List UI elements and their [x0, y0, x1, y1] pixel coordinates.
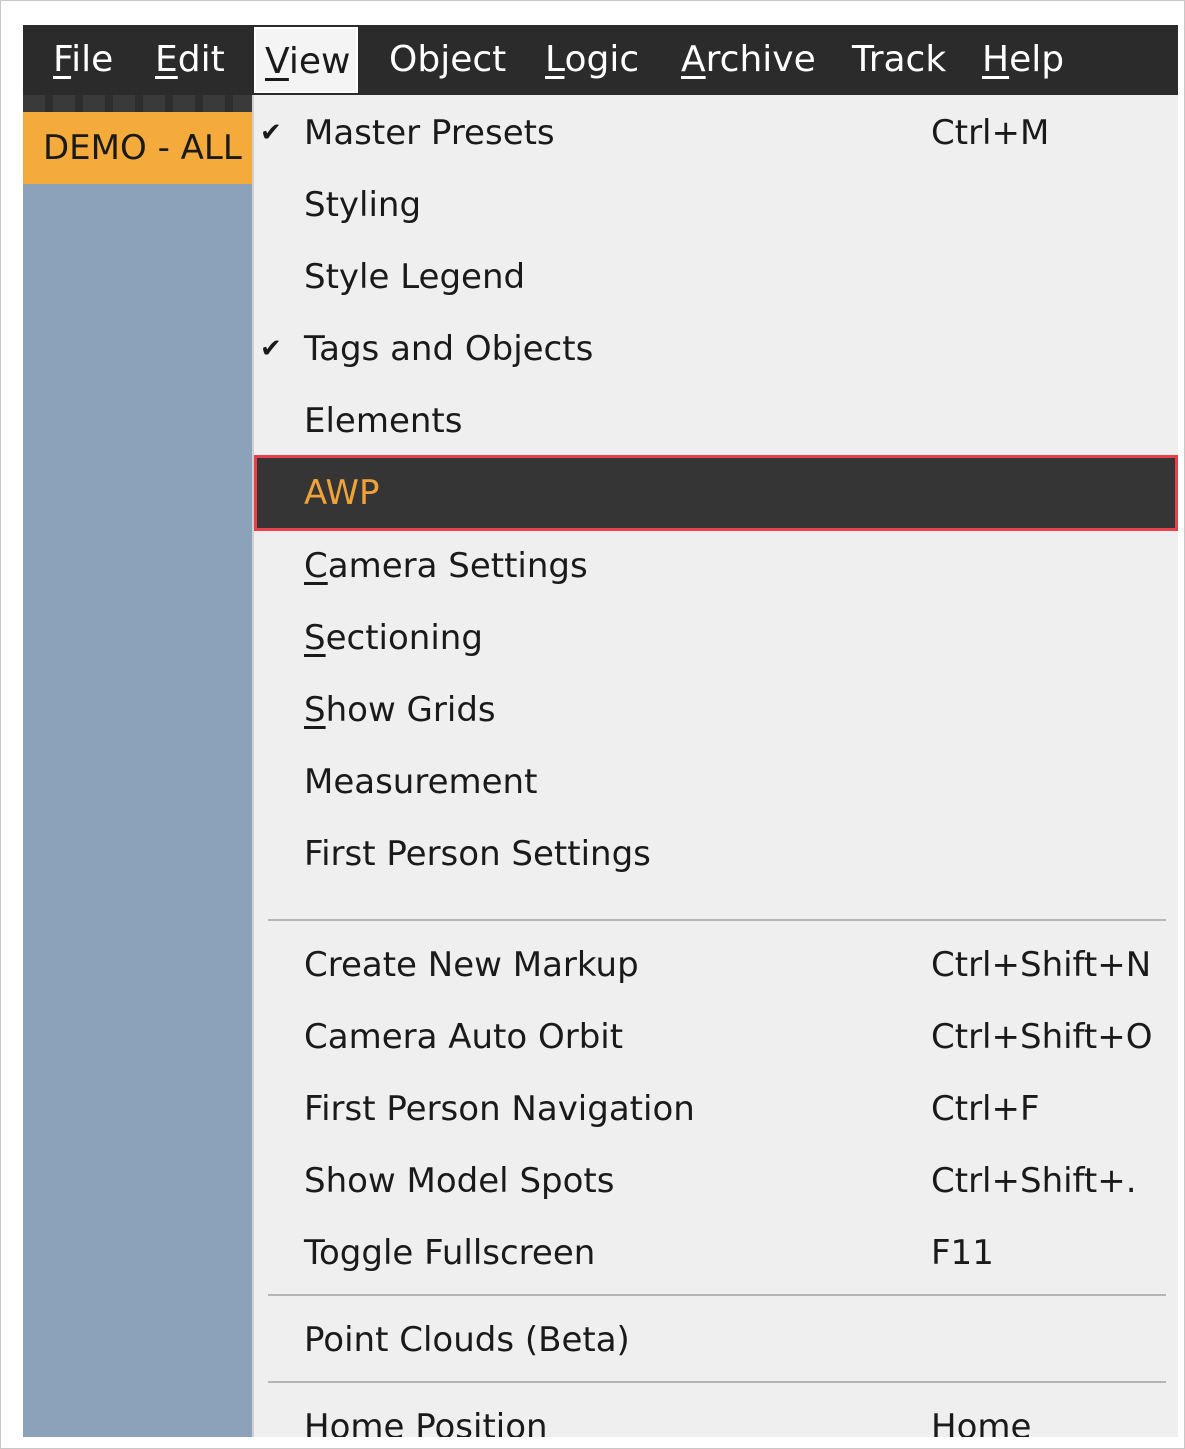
- menu-item-label: First Person Settings: [304, 834, 651, 874]
- menu-file[interactable]: File: [53, 25, 113, 95]
- menu-edit[interactable]: Edit: [155, 25, 225, 95]
- menu-view-rest: iew: [288, 41, 351, 82]
- menu-item-first-person-settings[interactable]: First Person Settings: [254, 818, 1178, 890]
- menu-logic-mnemonic: L: [545, 39, 565, 80]
- menu-item-shortcut: Home: [931, 1407, 1032, 1437]
- menu-archive-rest: rchive: [705, 39, 816, 80]
- menu-item-awp[interactable]: AWP: [254, 455, 1178, 531]
- menu-bar: File Edit View Object Logic Archive Trac…: [23, 25, 1178, 95]
- menu-item-sectioning[interactable]: Sectioning: [254, 602, 1178, 674]
- menu-item-label: Measurement: [304, 762, 538, 802]
- menu-item-label: Styling: [304, 185, 422, 225]
- menu-help-rest: elp: [1009, 39, 1065, 80]
- menu-item-measurement[interactable]: Measurement: [254, 746, 1178, 818]
- menu-item-label: Master Presets: [304, 113, 555, 153]
- menu-item-first-person-navigation[interactable]: First Person Navigation Ctrl+F: [254, 1073, 1178, 1145]
- application-window: File Edit View Object Logic Archive Trac…: [23, 25, 1178, 1437]
- menu-separator: [268, 1294, 1166, 1296]
- menu-item-label: Toggle Fullscreen: [304, 1233, 596, 1273]
- menu-item-label: Show Grids: [304, 690, 496, 730]
- menu-item-show-model-spots[interactable]: Show Model Spots Ctrl+Shift+.: [254, 1145, 1178, 1217]
- menu-view-mnemonic: V: [265, 41, 289, 82]
- menu-item-toggle-fullscreen[interactable]: Toggle Fullscreen F11: [254, 1217, 1178, 1289]
- menu-item-label: Sectioning: [304, 618, 483, 658]
- menu-item-label: Create New Markup: [304, 945, 639, 985]
- check-icon: ✔: [260, 118, 282, 148]
- menu-item-label: Tags and Objects: [304, 329, 594, 369]
- menu-help-mnemonic: H: [982, 39, 1010, 80]
- menu-item-label: Elements: [304, 401, 463, 441]
- view-menu-dropdown: ✔ Master Presets Ctrl+M Styling Style Le…: [252, 95, 1178, 1437]
- menu-view[interactable]: View: [254, 27, 358, 93]
- menu-item-camera-settings[interactable]: Camera Settings: [254, 530, 1178, 602]
- menu-file-rest: ile: [71, 39, 114, 80]
- menu-logic[interactable]: Logic: [545, 25, 639, 95]
- menu-help[interactable]: Help: [982, 25, 1064, 95]
- menu-item-camera-auto-orbit[interactable]: Camera Auto Orbit Ctrl+Shift+O: [254, 1001, 1178, 1073]
- menu-archive[interactable]: Archive: [681, 25, 816, 95]
- mnemonic-char: S: [304, 618, 326, 658]
- check-icon: ✔: [260, 334, 282, 364]
- menu-item-shortcut: Ctrl+Shift+.: [931, 1161, 1137, 1201]
- menu-item-shortcut: Ctrl+F: [931, 1089, 1040, 1129]
- menu-item-label: Home Position: [304, 1407, 548, 1437]
- mnemonic-char: C: [304, 546, 328, 586]
- menu-item-label: Point Clouds (Beta): [304, 1320, 630, 1360]
- menu-separator: [268, 919, 1166, 921]
- menu-item-label: Camera Settings: [304, 546, 588, 586]
- menu-item-shortcut: Ctrl+Shift+N: [931, 945, 1152, 985]
- menu-track[interactable]: Track: [852, 25, 946, 95]
- menu-logic-rest: ogic: [564, 39, 640, 80]
- menu-edit-mnemonic: E: [155, 39, 178, 80]
- menu-item-label: Camera Auto Orbit: [304, 1017, 624, 1057]
- menu-edit-rest: dit: [177, 39, 225, 80]
- menu-item-label: Show Model Spots: [304, 1161, 615, 1201]
- project-tab[interactable]: DEMO - ALL I: [23, 112, 253, 184]
- menu-item-shortcut: F11: [931, 1233, 994, 1273]
- menu-item-tags-and-objects[interactable]: ✔ Tags and Objects: [254, 313, 1178, 385]
- menu-item-point-clouds[interactable]: Point Clouds (Beta): [254, 1304, 1178, 1376]
- menu-item-label: Style Legend: [304, 257, 526, 297]
- mnemonic-char: S: [304, 690, 326, 730]
- menu-object[interactable]: Object: [389, 25, 506, 95]
- menu-separator: [268, 1381, 1166, 1383]
- menu-item-create-new-markup[interactable]: Create New Markup Ctrl+Shift+N: [254, 929, 1178, 1001]
- menu-archive-mnemonic: A: [681, 39, 706, 80]
- toolbar-strip: [23, 95, 253, 112]
- menu-item-label: AWP: [304, 473, 380, 513]
- menu-item-elements[interactable]: Elements: [254, 385, 1178, 457]
- menu-item-home-position[interactable]: Home Position Home: [254, 1391, 1178, 1437]
- menu-file-mnemonic: F: [53, 39, 72, 80]
- menu-item-style-legend[interactable]: Style Legend: [254, 241, 1178, 313]
- menu-item-show-grids[interactable]: Show Grids: [254, 674, 1178, 746]
- menu-item-master-presets[interactable]: ✔ Master Presets Ctrl+M: [254, 97, 1178, 169]
- menu-item-shortcut: Ctrl+M: [931, 113, 1050, 153]
- menu-item-shortcut: Ctrl+Shift+O: [931, 1017, 1153, 1057]
- menu-item-styling[interactable]: Styling: [254, 169, 1178, 241]
- menu-item-label: First Person Navigation: [304, 1089, 695, 1129]
